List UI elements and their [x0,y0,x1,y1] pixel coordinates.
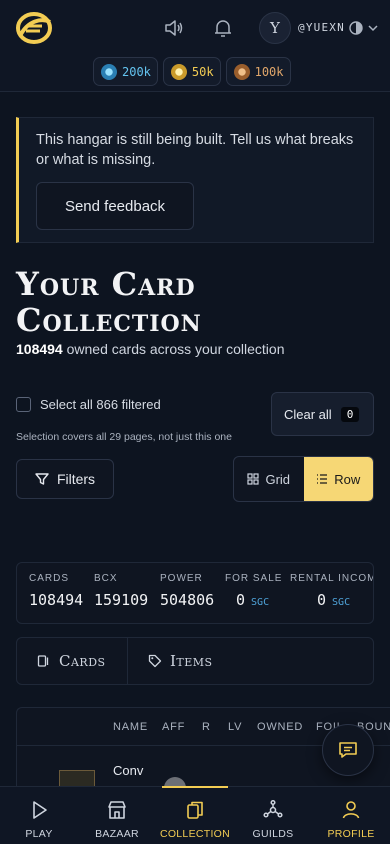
balance-gold-value: 50k [191,64,214,79]
list-icon [317,474,328,484]
stat-power-label: POWER [160,573,203,584]
nav-profile-label: PROFILE [327,828,375,840]
filter-icon [35,473,49,485]
avatar[interactable]: Y [259,12,291,44]
guilds-icon [263,799,283,818]
stat-power-value: 504806 [160,591,215,609]
selection-note: Selection covers all 29 pages, not just … [16,431,232,443]
balance-bronze[interactable]: 100k [225,57,291,86]
feedback-chat-button[interactable] [322,724,374,776]
chat-icon [339,742,357,758]
nav-play-label: PLAY [25,828,53,840]
column-header-lv[interactable]: LV [228,721,242,733]
stat-for-sale-label: FOR SALE [225,573,283,584]
balance-gold[interactable]: 50k [162,57,221,86]
selected-count-badge: 0 [340,406,360,422]
store-icon [108,801,126,819]
stat-rental-unit: SGC [332,597,351,608]
theme-toggle-icon[interactable] [348,20,364,36]
grid-icon [247,473,260,485]
owned-summary: 108494 owned cards across your collectio… [16,341,285,357]
select-all-filtered[interactable]: Select all 866 filtered [16,397,161,412]
filters-label: Filters [56,471,96,487]
clear-all-label: Clear all [284,406,332,422]
stat-power: POWER 504806 [160,573,214,609]
nav-bazaar-label: BAZAAR [95,828,139,840]
tab-cards[interactable]: Cards [17,638,128,684]
stat-for-sale-amount: 0 [236,591,246,609]
select-all-checkbox[interactable] [16,397,31,412]
stat-for-sale-unit: SGC [251,597,270,608]
nav-guilds-label: GUILDS [252,828,294,840]
filters-button[interactable]: Filters [16,459,114,499]
owned-suffix: owned cards across your collection [62,341,285,357]
chevron-down-icon[interactable] [366,21,380,35]
view-toggle: Grid Row [233,456,374,502]
stat-cards-label: CARDS [29,573,70,584]
view-row-label: Row [334,471,361,487]
collection-tabs: Cards Items [16,637,374,685]
nav-profile[interactable]: PROFILE [312,787,390,844]
stat-rental-amount: 0 [317,591,327,609]
notice-text: This hangar is still being built. Tell u… [36,132,354,168]
nav-guilds[interactable]: GUILDS [234,787,312,844]
send-feedback-button[interactable]: Send feedback [36,182,194,230]
bronze-coin-icon [233,63,250,80]
stat-bcx-label: BCX [94,573,118,584]
stat-rental-income: RENTAL INCOME 0 SGC [290,573,373,609]
speaker-icon[interactable] [162,17,184,39]
stat-for-sale: FOR SALE 0 SGC [225,573,282,609]
card-name[interactable]: Conv [113,763,143,778]
play-icon [33,801,47,819]
select-all-label: Select all 866 filtered [40,397,161,412]
stat-cards: CARDS 108494 [29,573,83,609]
stat-bcx: BCX 159109 [94,573,148,609]
blue-gem-coin-icon [101,63,117,80]
collection-icon [187,801,203,819]
tag-icon [148,654,162,668]
tab-cards-label: Cards [59,652,106,670]
profile-icon [342,801,360,819]
nav-bazaar[interactable]: BAZAAR [78,787,156,844]
top-bar: Y @YUEXN 200k 50k 100k [0,0,390,92]
column-header-r[interactable]: R [202,721,211,733]
view-grid-button[interactable]: Grid [234,457,304,501]
stat-rental-label: RENTAL INCOME [290,573,373,584]
balance-bronze-value: 100k [254,64,284,79]
currency-balances: 200k 50k 100k [93,57,291,86]
column-header-aff[interactable]: AFF [162,721,185,733]
stat-for-sale-value: 0 SGC [225,591,282,609]
view-row-button[interactable]: Row [303,457,373,501]
app-logo-icon[interactable] [14,10,54,46]
tab-items-label: Items [170,652,213,670]
column-header-owned[interactable]: OWNED [257,721,303,733]
view-grid-label: Grid [265,471,291,487]
balance-blue-value: 200k [122,64,151,79]
gold-coin-icon [170,63,187,80]
bell-icon[interactable] [212,17,234,39]
tab-items[interactable]: Items [128,638,213,684]
balance-blue[interactable]: 200k [93,57,158,86]
nav-collection-label: COLLECTION [159,828,231,840]
owned-count: 108494 [16,341,63,357]
username[interactable]: @YUEXN [298,21,345,34]
construction-notice: This hangar is still being built. Tell u… [16,117,374,243]
cards-icon [37,655,49,667]
nav-collection[interactable]: COLLECTION [156,786,234,844]
column-header-name[interactable]: NAME [113,721,148,733]
bottom-nav: PLAY BAZAAR COLLECTION GUILDS PROFILE [0,786,390,844]
clear-all-button[interactable]: Clear all 0 [271,392,374,436]
stat-rental-value: 0 SGC [290,591,373,609]
collection-stats: CARDS 108494 BCX 159109 POWER 504806 FOR… [16,562,374,624]
nav-play[interactable]: PLAY [0,787,78,844]
stat-cards-value: 108494 [29,591,84,609]
stat-bcx-value: 159109 [94,591,149,609]
page-title: Your Card Collection [16,265,202,339]
